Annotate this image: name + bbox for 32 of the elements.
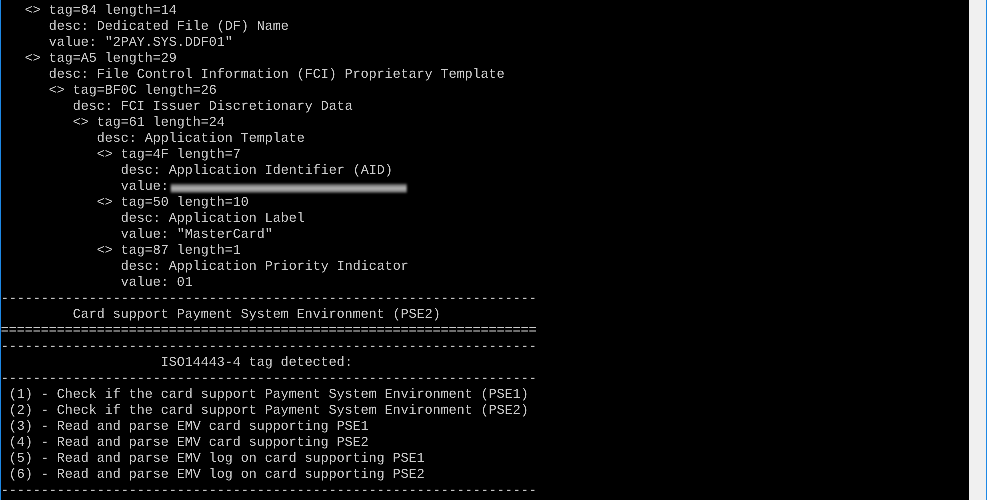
separator-line: ===================================================================	[1, 324, 537, 340]
separator-line: -------------------------------------------------------------------	[1, 484, 537, 500]
scrollbar-track[interactable]	[969, 0, 986, 500]
tlv-tag-line: <> tag=4F length=7	[97, 148, 241, 164]
tlv-field-line: desc: File Control Information (FCI) Proprietary Template	[49, 68, 505, 84]
tlv-tag-line: <> tag=61 length=24	[73, 116, 225, 132]
console-text: (5) - Read and parse EMV log on card supporting PSE1	[8, 452, 425, 468]
tlv-tag-line: <> tag=87 length=1	[97, 244, 241, 260]
tlv-tag-line: <> tag=A5 length=29	[25, 52, 177, 68]
tlv-tag-line: <> tag=84 length=14	[25, 4, 177, 20]
tlv-field-line: desc: Application Identifier (AID)	[121, 164, 393, 180]
console-text: (1) - Check if the card support Payment System Environment (PSE1)	[8, 388, 529, 404]
console-text: (3) - Read and parse EMV card supporting PSE1	[8, 420, 369, 436]
tlv-field-line: desc: Application Label	[121, 212, 305, 228]
tlv-field-line: desc: FCI Issuer Discretionary Data	[73, 100, 353, 116]
separator-line: -------------------------------------------------------------------	[1, 340, 537, 356]
tlv-field-line: desc: Dedicated File (DF) Name	[49, 20, 289, 36]
tlv-field-line: value: 01	[121, 276, 193, 292]
separator-line: -------------------------------------------------------------------	[1, 292, 537, 308]
tlv-field-line: value: "MasterCard"	[121, 228, 273, 244]
tlv-field-line: value: "2PAY.SYS.DDF01"	[49, 36, 233, 52]
console-text: (2) - Check if the card support Payment System Environment (PSE2)	[8, 404, 529, 420]
separator-line: -------------------------------------------------------------------	[1, 372, 537, 388]
tlv-tag-line: <> tag=50 length=10	[97, 196, 249, 212]
console-text: ISO14443-4 tag detected:	[160, 356, 353, 372]
console-text: Card support Payment System Environment (PSE2)	[72, 308, 441, 324]
console-text: (6) - Read and parse EMV log on card supporting PSE2	[8, 468, 425, 484]
tlv-field-line: desc: Application Template	[97, 132, 305, 148]
tlv-tag-line: <> tag=BF0C length=26	[49, 84, 217, 100]
value-label: value:	[121, 180, 169, 196]
tlv-field-line: desc: Application Priority Indicator	[121, 260, 409, 276]
console-text: (4) - Read and parse EMV card supporting PSE2	[8, 436, 369, 452]
